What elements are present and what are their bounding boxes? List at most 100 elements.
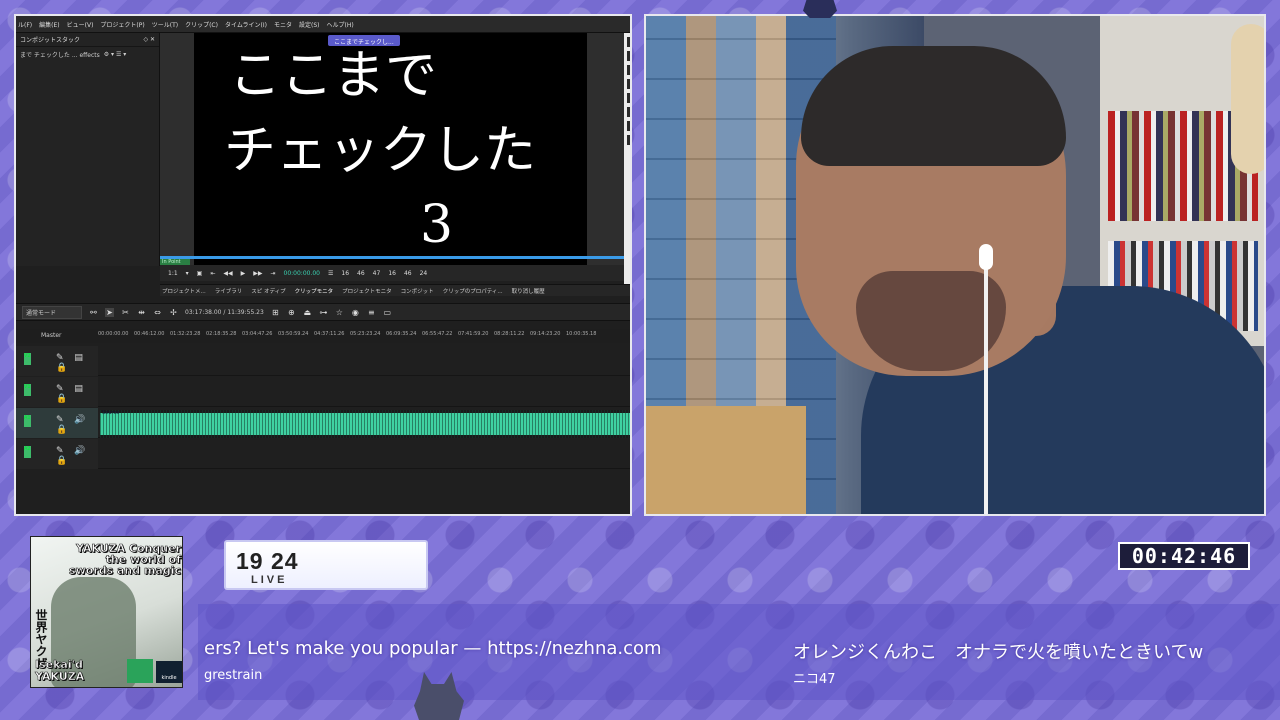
- overwrite-icon[interactable]: ⊕: [287, 308, 296, 317]
- tab-project-monitor[interactable]: プロジェクトモニタ: [342, 287, 392, 295]
- select-tool-icon[interactable]: ➤: [105, 307, 114, 317]
- ruler-tick: 03:50:59.24: [278, 331, 309, 337]
- ruler-ticks: 00:00:00.00 00:46:12.00 01:32:23.28 02:1…: [98, 331, 602, 337]
- teddy-bear: [1231, 24, 1264, 174]
- subtitle-line-2: チェックした: [224, 121, 537, 181]
- ruler-tick: 06:09:35.24: [386, 331, 417, 337]
- menu-view[interactable]: ビュー(V): [67, 20, 94, 29]
- fullscreen-icon[interactable]: ▣: [197, 270, 203, 277]
- ruler-tick: 09:14:23.20: [530, 331, 561, 337]
- menu-project[interactable]: プロジェクト(P): [100, 20, 144, 29]
- ruler-number: 47: [372, 269, 381, 277]
- transport-bar: 1:1 ▾ ▣ ⇤ ◀◀ ▶ ▶▶ ⇥ 00:00:00.00 ☰ 16 46 …: [160, 265, 624, 281]
- book-subtitle: Isekai'd YAKUZA: [35, 658, 85, 683]
- menu-file[interactable]: ル(F): [18, 20, 32, 29]
- ticker-message: オレンジくんわこ オナラで火を噴いたときいてw: [793, 642, 1204, 663]
- effect-stack-row[interactable]: まで チェックした ... effects ⚙ ▾ ☰ ▾: [16, 47, 159, 61]
- menu-tools[interactable]: ツール(T): [152, 20, 178, 29]
- chevron-down-icon[interactable]: ▾: [186, 270, 189, 277]
- snap-icon[interactable]: ⚯: [89, 308, 98, 317]
- rewind-icon[interactable]: ◀◀: [223, 270, 232, 277]
- track-header: A2 ✎ 🔊 🔒: [16, 439, 98, 469]
- settings-icon[interactable]: ⚙ ▾ ☰ ▾: [104, 51, 127, 58]
- edit-mode-select[interactable]: 通常モード: [22, 305, 82, 319]
- razor-tool-icon[interactable]: ✂: [121, 308, 130, 317]
- skip-start-icon[interactable]: ⇤: [210, 270, 215, 277]
- track-tag[interactable]: A2: [24, 446, 31, 458]
- skip-end-icon[interactable]: ⇥: [270, 270, 275, 277]
- insert-icon[interactable]: ⊞: [271, 308, 280, 317]
- composite-stack-panel: コンポジットスタック ◇ ✕ まで チェックした ... effects ⚙ ▾…: [16, 33, 160, 266]
- video-editor-window: ル(F) 編集(E) ビュー(V) プロジェクト(P) ツール(T) クリップ(…: [14, 14, 632, 516]
- zoom-select[interactable]: 1:1: [168, 270, 178, 277]
- timeline-ruler[interactable]: Master 00:00:00.00 00:46:12.00 01:32:23.…: [16, 329, 630, 343]
- scroll-strip[interactable]: [624, 33, 630, 293]
- ruler-tick: 10:00:35.18: [566, 331, 597, 337]
- track-a2[interactable]: A2 ✎ 🔊 🔒: [16, 439, 630, 469]
- tab-audio[interactable]: スピ オディプ: [251, 287, 285, 295]
- track-a1[interactable]: A1 ✎ 🔊 🔒 Source: [16, 408, 630, 438]
- ruler-tick: 08:28:11.22: [494, 331, 525, 337]
- tab-project-bin[interactable]: プロジェクトメ...: [162, 287, 206, 295]
- menu-icon[interactable]: ☰: [328, 270, 333, 277]
- track-controls[interactable]: ✎ 🔊 🔒: [56, 415, 98, 435]
- track-header: V2 ✎ ▤ 🔒: [16, 346, 98, 376]
- track-controls[interactable]: ✎ ▤ 🔒: [56, 384, 98, 404]
- menu-edit[interactable]: 編集(E): [39, 20, 59, 29]
- track-header: V1 ✎ ▤ 🔒: [16, 377, 98, 407]
- tab-composite[interactable]: コンポジット: [401, 287, 434, 295]
- track-tag[interactable]: V1: [24, 384, 31, 396]
- live-number: 19 24: [236, 548, 299, 574]
- ticker-user: grestrain: [204, 668, 263, 683]
- track-controls[interactable]: ✎ 🔊 🔒: [56, 446, 98, 466]
- ruler-number: 46: [403, 269, 412, 277]
- webcam-feed: [644, 14, 1266, 516]
- multicam-icon[interactable]: ✢: [169, 308, 178, 317]
- pixel-cat-icon: [803, 0, 837, 18]
- ruler-tick: 02:18:35.28: [206, 331, 237, 337]
- extract-icon[interactable]: ⊶: [319, 308, 328, 317]
- panel-header: コンポジットスタック ◇ ✕: [16, 33, 159, 47]
- track-tag[interactable]: V2: [24, 353, 31, 365]
- forward-icon[interactable]: ▶▶: [253, 270, 262, 277]
- menu-bar: ル(F) 編集(E) ビュー(V) プロジェクト(P) ツール(T) クリップ(…: [16, 16, 630, 33]
- tab-clip-monitor[interactable]: クリップモニタ: [295, 287, 334, 295]
- track-tag[interactable]: A1: [24, 415, 31, 427]
- track-controls[interactable]: ✎ ▤ 🔒: [56, 353, 98, 373]
- play-icon[interactable]: ▶: [241, 270, 246, 277]
- tab-clip-properties[interactable]: クリップのプロパティ...: [443, 287, 503, 295]
- lift-icon[interactable]: ⏏: [303, 308, 312, 317]
- track-v2[interactable]: V2 ✎ ▤ 🔒: [16, 346, 630, 376]
- tab-library[interactable]: ライブラリ: [215, 287, 243, 295]
- menu-settings[interactable]: 設定(S): [299, 20, 320, 29]
- spacer-tool-icon[interactable]: ⇹: [137, 308, 146, 317]
- ruler-tick: 05:23:23.24: [350, 331, 381, 337]
- subtitle-icon[interactable]: ▭: [383, 308, 392, 317]
- playback-progress-bar[interactable]: [160, 256, 624, 259]
- preview-frame[interactable]: ここまで チェックした 3: [194, 33, 587, 267]
- record-icon[interactable]: ◉: [351, 308, 360, 317]
- monitor-tooltip: ここまでチェックし...: [328, 35, 400, 46]
- timeline-toolbar: 通常モード ⚯ ➤ ✂ ⇹ ⇔ ✢ 03:17:38.00 / 11:39:55…: [16, 303, 630, 321]
- timecode-display[interactable]: 00:00:00.00: [284, 270, 321, 277]
- clip-label: Source: [102, 410, 120, 416]
- panel-close-icon[interactable]: ◇ ✕: [143, 36, 155, 43]
- ruler-tick: 00:46:12.00: [134, 331, 165, 337]
- menu-clip[interactable]: クリップ(C): [185, 20, 218, 29]
- menu-help[interactable]: ヘルプ(H): [327, 20, 354, 29]
- favorite-icon[interactable]: ☆: [335, 308, 344, 317]
- ruler-number: 16: [388, 269, 396, 277]
- fit-icon[interactable]: ⇔: [153, 308, 162, 317]
- track-v1[interactable]: V1 ✎ ▤ 🔒: [16, 377, 630, 407]
- menu-monitor[interactable]: モニタ: [274, 20, 292, 29]
- ruler-tick: 00:00:00.00: [98, 331, 129, 337]
- menu-timeline[interactable]: タイムライン(I): [225, 20, 267, 29]
- live-label: LIVE: [251, 574, 288, 586]
- dock-tabs: プロジェクトメ... ライブラリ スピ オディプ クリップモニタ プロジェクトモ…: [160, 284, 630, 296]
- mixer-icon[interactable]: ≡: [367, 308, 376, 317]
- project-monitor[interactable]: ここまで チェックした 3 ここまでチェックし... In Point: [160, 33, 624, 267]
- ticker-user: ニコ47: [793, 672, 836, 687]
- tab-undo-history[interactable]: 取り消し履歴: [512, 287, 545, 295]
- effect-stack-label: まで チェックした ... effects: [20, 51, 100, 59]
- audio-waveform-clip[interactable]: [100, 410, 630, 438]
